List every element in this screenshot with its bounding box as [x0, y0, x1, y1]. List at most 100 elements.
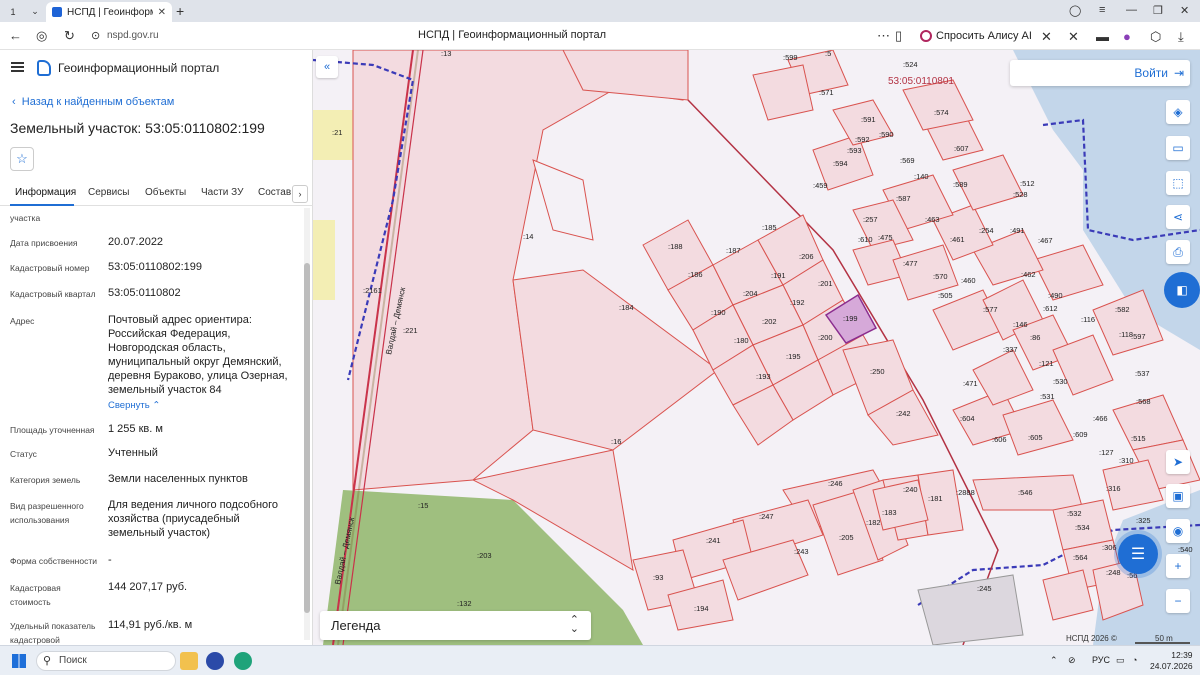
tray-chevron-icon[interactable]: ⌃ [1050, 655, 1058, 666]
parcel[interactable] [972, 349, 1034, 406]
parcel-label: :257 [863, 215, 878, 224]
display-icon[interactable]: ▭ [1116, 655, 1125, 666]
tab-composition[interactable]: Состав [258, 187, 291, 198]
chat-button[interactable]: ☰ [1118, 534, 1158, 574]
close-tab-icon[interactable]: ✕ [158, 7, 166, 18]
network-off-icon[interactable]: ⊘ [1068, 655, 1076, 666]
share-icon: ⋖ [1172, 210, 1184, 224]
bookmark-icon[interactable]: ▯ [895, 28, 902, 44]
locate-button[interactable]: ➤ [1166, 450, 1190, 474]
windows-start-icon[interactable] [12, 654, 26, 668]
tabs-scroll-right-button[interactable]: › [292, 185, 308, 203]
file-explorer-icon[interactable] [180, 652, 198, 670]
zoom-in-button[interactable]: + [1166, 554, 1190, 578]
tab-services[interactable]: Сервисы [88, 187, 129, 198]
favorite-star-button[interactable]: ☆ [10, 147, 34, 171]
tab-information[interactable]: Информация [15, 187, 76, 198]
layers-button[interactable]: ◈ [1166, 100, 1190, 124]
panel-scrollbar[interactable] [304, 208, 310, 640]
scroll-thumb[interactable] [304, 263, 310, 613]
profile-icon[interactable]: ◯ [1069, 4, 1081, 17]
parcel[interactable] [752, 64, 814, 121]
parcel-label: :191 [771, 271, 786, 280]
print-button[interactable]: ⎙ [1166, 240, 1190, 264]
volume-icon[interactable]: ◔ [1132, 655, 1137, 665]
menu-icon[interactable]: ≡ [1099, 4, 1105, 16]
page-title: НСПД | Геоинформационный портал [418, 29, 607, 41]
field-label: Дата присвоения [10, 238, 78, 248]
parcel[interactable] [1002, 399, 1074, 456]
parcel-label: :247 [759, 512, 774, 521]
parcel-label: :21 [332, 128, 342, 137]
extension-x2-icon[interactable]: ✕ [1068, 29, 1082, 44]
extensions-icon[interactable]: ⬡ [1150, 29, 1164, 44]
browser-tab-active[interactable]: НСПД | Геоинформационный портал ✕ [46, 2, 172, 22]
parcel-label: :195 [786, 352, 801, 361]
yandex-browser-icon[interactable] [206, 652, 224, 670]
tab-parts[interactable]: Части ЗУ [201, 187, 243, 198]
parcel-label: :524 [903, 60, 918, 69]
new-tab-icon[interactable]: + [176, 3, 184, 19]
measure-button[interactable]: ▭ [1166, 136, 1190, 160]
parcel-label: :571 [819, 88, 834, 97]
tab-objects[interactable]: Объекты [145, 187, 186, 198]
tab-list-chevron-icon[interactable]: ⌄ [26, 3, 44, 20]
tab-counter[interactable]: 1 [4, 3, 22, 20]
minimize-icon[interactable]: — [1126, 4, 1137, 16]
login-label: Войти [1134, 66, 1168, 80]
portal-name[interactable]: Геоинформационный портал [58, 61, 219, 75]
parcel[interactable] [902, 79, 974, 131]
input-language[interactable]: РУС [1092, 655, 1110, 665]
minimap-button[interactable]: ▣ [1166, 484, 1190, 508]
back-link-label: Назад к найденным объектам [21, 96, 175, 108]
parcel-label: :577 [983, 305, 998, 314]
legend-label: Легенда [331, 618, 381, 633]
login-button[interactable]: Войти ⇥ [1010, 60, 1190, 86]
clock-time: 12:39 [1171, 650, 1193, 660]
hamburger-menu-icon[interactable] [11, 62, 24, 72]
parcel-label: :254 [979, 226, 994, 235]
collapse-label: Свернуть [108, 400, 150, 411]
collapse-link[interactable]: Свернуть ⌃ [108, 400, 160, 411]
alice-button[interactable]: Спросить Алису AI [914, 26, 1038, 46]
parcel-label: :593 [847, 146, 862, 155]
extension-shape-icon[interactable]: ▬ [1096, 29, 1110, 44]
lock-icon[interactable]: ⊙ [91, 29, 100, 42]
shield-icon[interactable]: ◎ [36, 28, 47, 44]
taskbar-search[interactable]: ⚲ Поиск [36, 651, 176, 671]
extension-x-icon[interactable]: ✕ [1041, 29, 1055, 44]
parcel-label: :204 [743, 289, 758, 298]
edge-browser-icon[interactable] [234, 652, 252, 670]
restore-icon[interactable]: ❐ [1153, 4, 1163, 17]
url-text[interactable]: nspd.gov.ru [107, 30, 159, 41]
window-close-icon[interactable]: ✕ [1180, 4, 1189, 17]
side-action-button[interactable]: ◧ [1164, 272, 1200, 308]
field-value: 53:05:0110802:199 [108, 261, 202, 273]
map-canvas[interactable]: 53:05:0110801 Валдай – Демянск Валдай – … [313, 50, 1200, 645]
download-icon[interactable]: ⤓ [1178, 29, 1192, 44]
parcel-label: :590 [879, 130, 894, 139]
zoom-out-button[interactable]: − [1166, 589, 1190, 613]
parcel-label: :242 [896, 409, 911, 418]
select-area-button[interactable]: ⬚ [1166, 171, 1190, 195]
share-button[interactable]: ⋖ [1166, 205, 1190, 229]
reload-icon[interactable]: ↻ [64, 28, 75, 44]
back-to-results-link[interactable]: ‹ Назад к найденным объектам [12, 96, 174, 108]
system-clock[interactable]: 12:39 24.07.2026 [1150, 650, 1193, 672]
parcel-label: :459 [813, 181, 828, 190]
parcel-label: :5 [825, 50, 831, 58]
plus-icon: + [1174, 559, 1182, 573]
parcel-132[interactable] [917, 574, 1024, 645]
cadastral-map[interactable]: 53:05:0110801 Валдай – Демянск Валдай – … [313, 50, 1200, 645]
field-value-address: Почтовый адрес ориентира: Российская Фед… [108, 314, 288, 396]
geo-search-button[interactable]: ◉ [1166, 519, 1190, 543]
collapse-panel-button[interactable]: « [316, 56, 338, 78]
legend-dropdown[interactable]: Легенда ⌃ ⌄ [320, 611, 591, 640]
parcel[interactable] [1032, 244, 1104, 301]
quarter-label: 53:05:0110801 [888, 76, 954, 87]
parcel-label: :14 [523, 232, 533, 241]
more-icon[interactable]: ⋯ [877, 28, 890, 44]
extension-circle-icon[interactable]: ● [1123, 29, 1137, 44]
parcel-label: :460 [961, 276, 976, 285]
back-arrow-icon[interactable]: ← [9, 28, 22, 43]
